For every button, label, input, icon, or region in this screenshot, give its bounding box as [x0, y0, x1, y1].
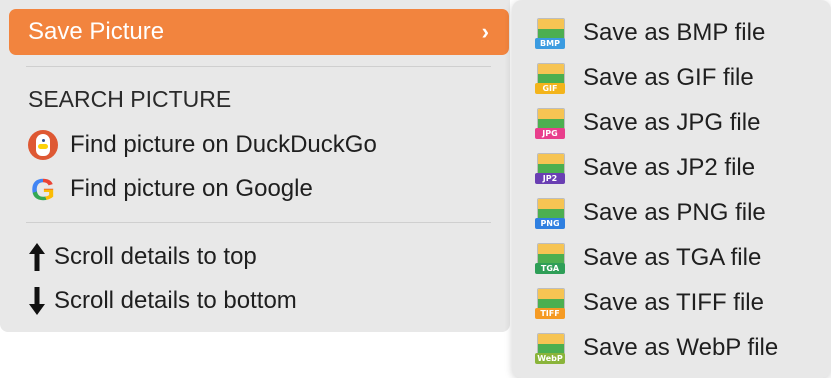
save-as-png-item[interactable]: PNG Save as PNG file [534, 190, 766, 235]
gif-file-tag: GIF [535, 82, 565, 94]
search-picture-heading: SEARCH PICTURE [28, 86, 232, 112]
bmp-file-tag: BMP [535, 37, 565, 49]
save-as-jp2-item[interactable]: JP2 Save as JP2 file [534, 145, 755, 190]
context-menu: Save Picture › SEARCH PICTURE Find pictu… [0, 0, 510, 332]
chevron-right-icon: › [481, 19, 489, 44]
jpg-file-icon: JPG [534, 107, 566, 139]
save-as-gif-item[interactable]: GIF Save as GIF file [534, 55, 754, 100]
save-picture-menu-item[interactable]: Save Picture › [9, 9, 509, 55]
save-as-webp-label: Save as WebP file [583, 333, 779, 361]
gif-file-icon: GIF [534, 62, 566, 94]
scroll-to-bottom-label: Scroll details to bottom [54, 287, 297, 314]
tga-file-tag: TGA [535, 262, 565, 274]
find-on-google-item[interactable]: G Find picture on Google [26, 169, 313, 209]
save-as-tiff-item[interactable]: TIFF Save as TIFF file [534, 280, 764, 325]
save-as-tga-item[interactable]: TGA Save as TGA file [534, 235, 761, 280]
tiff-file-tag: TIFF [535, 307, 565, 319]
tga-file-icon: TGA [534, 242, 566, 274]
scroll-to-bottom-item[interactable]: Scroll details to bottom [26, 281, 297, 321]
save-as-jpg-item[interactable]: JPG Save as JPG file [534, 100, 760, 145]
arrow-down-icon [26, 284, 48, 318]
menu-separator [26, 66, 491, 67]
save-as-webp-item[interactable]: WebP Save as WebP file [534, 325, 778, 370]
save-as-bmp-label: Save as BMP file [583, 18, 766, 46]
save-as-png-label: Save as PNG file [583, 198, 766, 226]
arrow-up-icon [26, 240, 48, 274]
save-as-bmp-item[interactable]: BMP Save as BMP file [534, 10, 765, 55]
save-as-jpg-label: Save as JPG file [583, 108, 761, 136]
find-on-duckduckgo-item[interactable]: Find picture on DuckDuckGo [26, 125, 377, 165]
save-as-tga-label: Save as TGA file [583, 243, 762, 271]
webp-file-tag: WebP [535, 352, 565, 364]
find-on-duckduckgo-label: Find picture on DuckDuckGo [70, 131, 377, 158]
google-icon: G [30, 171, 56, 207]
menu-separator [26, 222, 491, 223]
jpg-file-tag: JPG [535, 127, 565, 139]
png-file-icon: PNG [534, 197, 566, 229]
jp2-file-icon: JP2 [534, 152, 566, 184]
png-file-tag: PNG [535, 217, 565, 229]
save-as-tiff-label: Save as TIFF file [583, 288, 764, 316]
save-picture-submenu: BMP Save as BMP file GIF Save as GIF fil… [512, 0, 831, 378]
find-on-google-label: Find picture on Google [70, 175, 313, 202]
tiff-file-icon: TIFF [534, 287, 566, 319]
save-as-jp2-label: Save as JP2 file [583, 153, 756, 181]
save-picture-label: Save Picture [28, 18, 165, 45]
bmp-file-icon: BMP [534, 17, 566, 49]
webp-file-icon: WebP [534, 332, 566, 364]
scroll-to-top-label: Scroll details to top [54, 243, 257, 270]
save-as-gif-label: Save as GIF file [583, 63, 754, 91]
scroll-to-top-item[interactable]: Scroll details to top [26, 237, 257, 277]
jp2-file-tag: JP2 [535, 172, 565, 184]
duckduckgo-icon [26, 128, 60, 162]
